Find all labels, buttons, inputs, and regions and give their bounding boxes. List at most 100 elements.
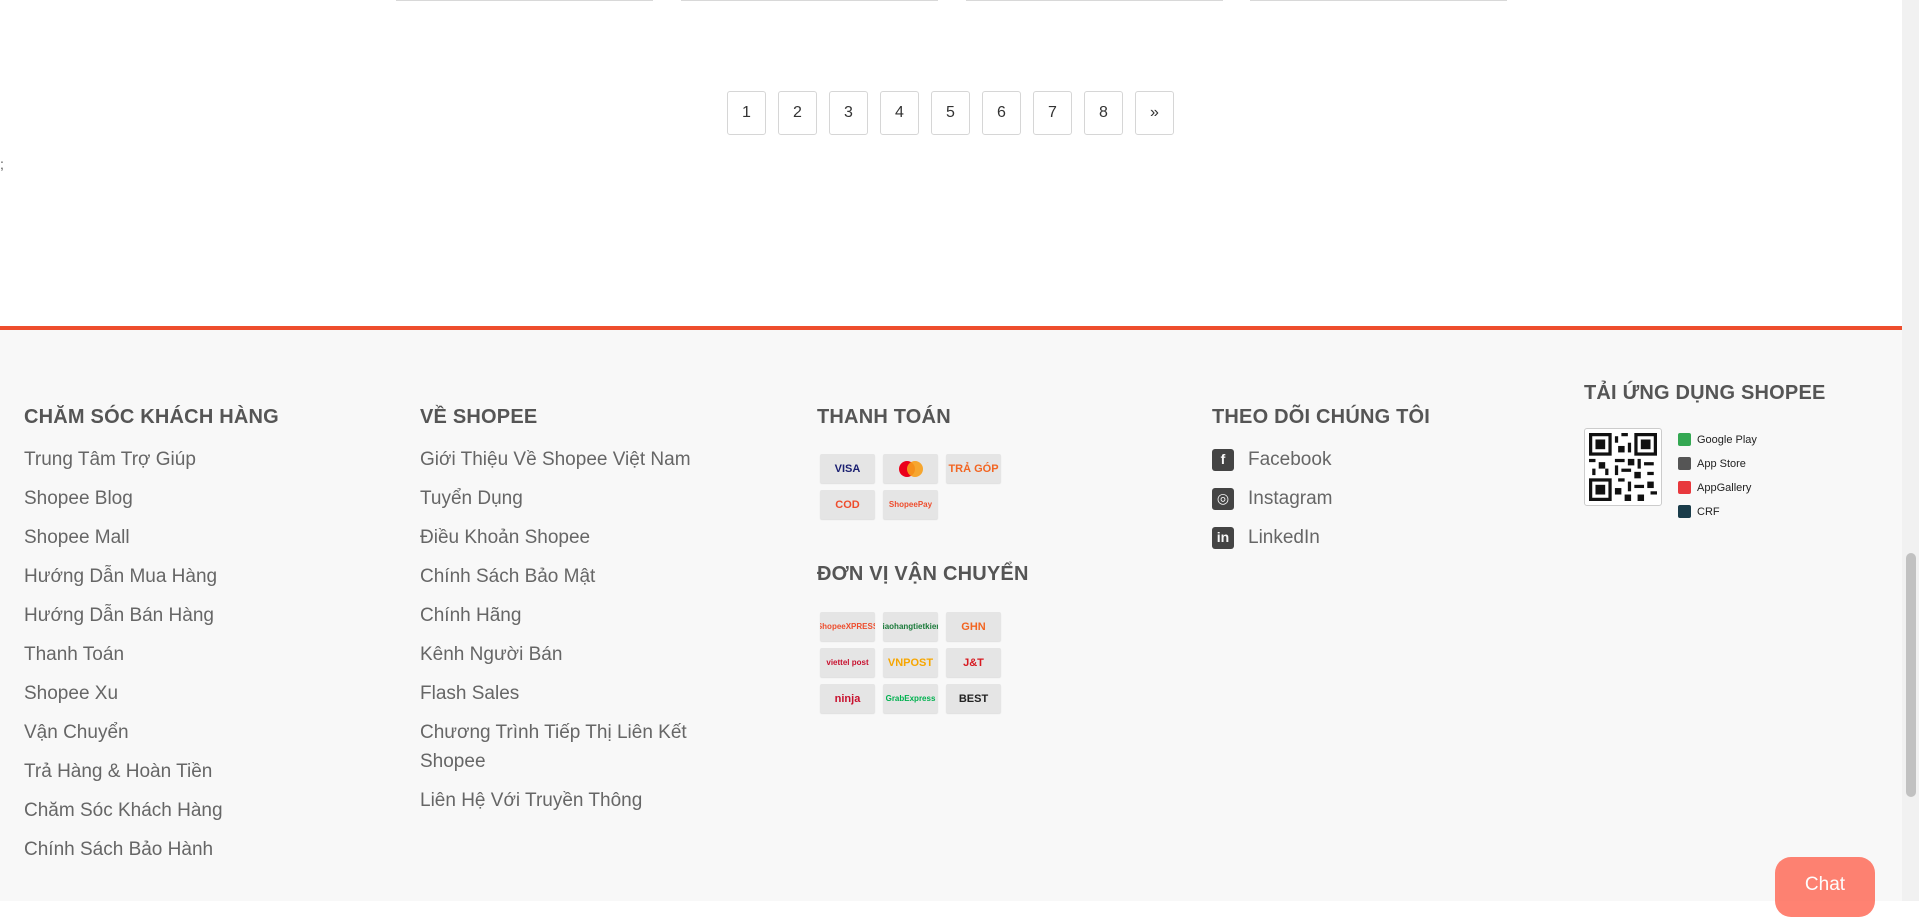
about-link[interactable]: Điều Khoản Shopee	[420, 527, 590, 548]
page-button-7[interactable]: 7	[1033, 91, 1072, 135]
shopeepay-logo: ShopeePay	[883, 490, 938, 519]
vietnam-post-logo-text: VNPOST	[887, 656, 934, 669]
customer-care-link[interactable]: Hướng Dẫn Mua Hàng	[24, 566, 217, 587]
customer-care-title: CHĂM SÓC KHÁCH HÀNG	[24, 406, 279, 428]
google-play-icon	[1678, 433, 1691, 446]
giao-hang-tiet-kiem-logo-text: giaohangtietkiem	[883, 622, 938, 631]
app-store-links: Google Play App Store AppGallery CRF	[1678, 430, 1757, 526]
about-link[interactable]: Chính Sách Bảo Mật	[420, 566, 595, 587]
chat-label: Chat	[1804, 874, 1846, 895]
about-link[interactable]: Flash Sales	[420, 683, 519, 704]
customer-care-item: Chăm Sóc Khách Hàng	[24, 796, 279, 825]
about-link[interactable]: Tuyển Dụng	[420, 488, 523, 509]
product-card-edge	[966, 0, 1223, 1]
scrollbar-thumb[interactable]	[1906, 553, 1916, 797]
next-page-button[interactable]: »	[1135, 91, 1174, 135]
about-link[interactable]: Giới Thiệu Về Shopee Việt Nam	[420, 449, 691, 470]
customer-care-item: Chính Sách Bảo Hành	[24, 835, 279, 864]
footer-col-payment: THANH TOÁN	[817, 406, 951, 429]
customer-care-item: Shopee Blog	[24, 484, 279, 513]
app-store-label: App Store	[1697, 457, 1746, 470]
customer-care-item: Shopee Xu	[24, 679, 279, 708]
customer-care-link[interactable]: Vận Chuyển	[24, 722, 129, 743]
about-item: Chính Hãng	[420, 601, 720, 630]
customer-care-item: Vận Chuyển	[24, 718, 279, 747]
app-store-link[interactable]: Google Play	[1678, 430, 1757, 449]
follow-title: THEO DÕI CHÚNG TÔI	[1212, 406, 1431, 428]
app-store-label: AppGallery	[1697, 481, 1752, 494]
customer-care-item: Shopee Mall	[24, 523, 279, 552]
customer-care-link[interactable]: Hướng Dẫn Bán Hàng	[24, 605, 214, 626]
social-link-label: Facebook	[1248, 449, 1332, 470]
footer-col-shipping: ĐƠN VỊ VẬN CHUYỂN	[817, 563, 1029, 586]
jt-express-logo-text: J&T	[963, 656, 984, 669]
about-link[interactable]: Kênh Người Bán	[420, 644, 562, 665]
shipping-logos: ShopeeXPRESS giaohangtietkiem GHN viettel p…	[820, 612, 1001, 713]
tra-gop-logo: TRẢ GÓP	[946, 454, 1001, 483]
customer-care-item: Hướng Dẫn Mua Hàng	[24, 562, 279, 591]
customer-care-item: Trả Hàng & Hoàn Tiền	[24, 757, 279, 786]
page-button-1[interactable]: 1	[727, 91, 766, 135]
customer-care-link[interactable]: Chính Sách Bảo Hành	[24, 839, 213, 860]
customer-care-link[interactable]: Trả Hàng & Hoàn Tiền	[24, 761, 212, 782]
social-link-label: LinkedIn	[1248, 527, 1320, 548]
footer-col-customer-care: CHĂM SÓC KHÁCH HÀNG Trung Tâm Trợ Giúp Sh…	[24, 406, 279, 874]
page-button-5[interactable]: 5	[931, 91, 970, 135]
qr-code-image	[1589, 433, 1657, 501]
about-link[interactable]: Liên Hệ Với Truyền Thông	[420, 790, 642, 811]
shipping-title: ĐƠN VỊ VẬN CHUYỂN	[817, 563, 1029, 585]
about-title: VỀ SHOPEE	[420, 406, 538, 428]
tra-gop-logo-text: TRẢ GÓP	[948, 462, 999, 475]
customer-care-link[interactable]: Shopee Blog	[24, 488, 133, 509]
apple-icon	[1678, 457, 1691, 470]
ninja-van-logo-text: ninja	[834, 692, 861, 705]
about-item: Tuyển Dụng	[420, 484, 720, 513]
ninja-van-logo: ninja	[820, 684, 875, 713]
giao-hang-tiet-kiem-logo: giaohangtietkiem	[883, 612, 938, 641]
scrollbar[interactable]	[1902, 0, 1919, 901]
footer-col-app: TẢI ỨNG DỤNG SHOPEE	[1584, 382, 1826, 405]
linkedin-icon: in	[1212, 526, 1234, 549]
app-title: TẢI ỨNG DỤNG SHOPEE	[1584, 382, 1826, 404]
footer: CHĂM SÓC KHÁCH HÀNG Trung Tâm Trợ Giúp Sh…	[0, 326, 1902, 901]
mastercard-circles	[898, 460, 923, 477]
about-item: Flash Sales	[420, 679, 720, 708]
social-link-facebook[interactable]: f Facebook	[1212, 445, 1430, 474]
about-item: Chương Trình Tiếp Thị Liên Kết Shopee	[420, 718, 720, 776]
page-button-8[interactable]: 8	[1084, 91, 1123, 135]
page-button-3[interactable]: 3	[829, 91, 868, 135]
app-store-label: Google Play	[1697, 433, 1757, 446]
about-item: Liên Hệ Với Truyền Thông	[420, 786, 720, 815]
visa-logo: VISA	[820, 454, 875, 483]
social-link-linkedin[interactable]: in LinkedIn	[1212, 523, 1430, 552]
social-links: f Facebook ◎ Instagram in LinkedIn	[1212, 445, 1430, 552]
social-link-label: Instagram	[1248, 488, 1333, 509]
customer-care-link[interactable]: Trung Tâm Trợ Giúp	[24, 449, 196, 470]
mastercard-logo	[883, 454, 938, 483]
customer-care-link[interactable]: Chăm Sóc Khách Hàng	[24, 800, 223, 821]
app-store-link[interactable]: App Store	[1678, 454, 1757, 473]
chat-button[interactable]: Chat	[1775, 857, 1875, 917]
page-button-6[interactable]: 6	[982, 91, 1021, 135]
facebook-icon: f	[1212, 448, 1234, 471]
footer-col-follow: THEO DÕI CHÚNG TÔI f Facebook ◎ Instagram in…	[1212, 406, 1430, 562]
customer-care-link[interactable]: Shopee Xu	[24, 683, 118, 704]
app-store-link[interactable]: CRF	[1678, 502, 1757, 521]
customer-care-link[interactable]: Thanh Toán	[24, 644, 124, 665]
grab-express-logo-text: GrabExpress	[885, 694, 936, 703]
customer-care-link[interactable]: Shopee Mall	[24, 527, 130, 548]
about-item: Chính Sách Bảo Mật	[420, 562, 720, 591]
about-link[interactable]: Chương Trình Tiếp Thị Liên Kết Shopee	[420, 722, 687, 772]
qr-code	[1584, 428, 1662, 506]
page-button-2[interactable]: 2	[778, 91, 817, 135]
app-store-link[interactable]: AppGallery	[1678, 478, 1757, 497]
crf-icon	[1678, 505, 1691, 518]
customer-care-item: Thanh Toán	[24, 640, 279, 669]
shopeepay-logo-text: ShopeePay	[888, 500, 933, 509]
visa-logo-text: VISA	[834, 462, 861, 475]
page-button-4[interactable]: 4	[880, 91, 919, 135]
about-link[interactable]: Chính Hãng	[420, 605, 521, 626]
social-link-instagram[interactable]: ◎ Instagram	[1212, 484, 1430, 513]
appgallery-icon	[1678, 481, 1691, 494]
grab-express-logo: GrabExpress	[883, 684, 938, 713]
